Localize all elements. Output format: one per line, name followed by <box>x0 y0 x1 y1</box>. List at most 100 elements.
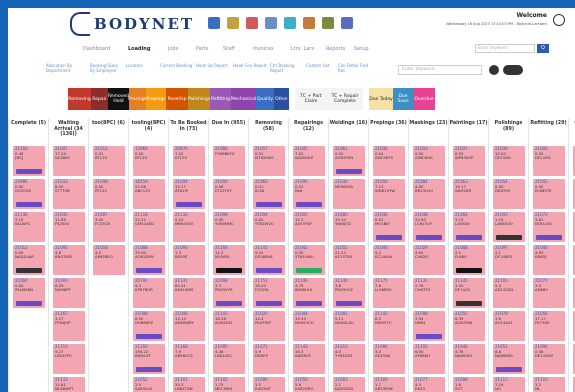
job-card[interactable]: 21146 3.15 NLDAPC <box>13 212 45 242</box>
job-card[interactable]: 21033 0.00 AP60XHA <box>413 146 445 176</box>
job-card[interactable]: 21102 6.00 AF68KH <box>413 344 445 374</box>
header-shortcut-icon[interactable] <box>341 17 353 29</box>
nav-item-loading[interactable]: Loading <box>128 46 150 52</box>
status-pill[interactable]: Repair <box>91 88 108 110</box>
job-card[interactable]: 21048 22.90 LC61TUY <box>413 212 445 242</box>
job-card[interactable]: 21056 17.17 FK73UE <box>533 311 565 341</box>
job-card[interactable]: 21033 8.00 ST7TVB <box>53 179 85 209</box>
job-card[interactable]: 21093 1.19 LA68XVO <box>493 212 525 242</box>
status-pill[interactable]: Prosings <box>128 88 147 110</box>
job-card[interactable]: 21133 11.81 ML68WPT <box>53 377 85 392</box>
job-card[interactable]: 21077 3.9 AD68V <box>533 278 565 308</box>
job-card[interactable]: 21098 1.8 SV7 <box>453 377 485 392</box>
search-input[interactable]: Enter keyword <box>475 44 535 53</box>
job-card[interactable]: 21036 0.04 AMCS8TS <box>373 146 405 176</box>
job-card[interactable]: 20791 9.3 KP67BOR <box>133 278 165 308</box>
job-card[interactable]: 21110 9.27 LB54FPO <box>53 344 85 374</box>
filter-link[interactable]: Ctrl Booking Report <box>270 63 304 73</box>
toggle-icon[interactable] <box>489 65 499 75</box>
job-card[interactable]: 21164 11.2 MVNFEL <box>213 245 245 275</box>
job-card[interactable]: 21097 2.1 DF14BFE <box>493 245 525 275</box>
filter-link[interactable]: Current Booking <box>160 63 194 68</box>
job-card[interactable]: 21057 0.01 MT62MAS <box>253 146 285 176</box>
job-card[interactable]: 21044 19.43 MG62YCH <box>293 311 325 341</box>
header-shortcut-icon[interactable] <box>227 17 239 29</box>
job-card[interactable]: 21093 2.1 KA59DZD <box>333 377 365 392</box>
job-card[interactable]: 20986 0.00 QOSC5K <box>13 179 45 209</box>
status-pill[interactable]: TC + Repair Complete <box>327 88 363 110</box>
job-card[interactable]: 21037 0.03 WP63KXP <box>453 146 485 176</box>
status-pill[interactable]: Removing <box>68 88 91 110</box>
header-shortcut-icon[interactable] <box>303 17 315 29</box>
job-card[interactable]: 21098 0.00 RT125 <box>93 179 125 209</box>
job-card[interactable]: 21054 0.00 DE63YK <box>493 179 525 209</box>
job-card[interactable]: 21088 2.1 FL68V <box>453 245 485 275</box>
job-card[interactable]: 21143 16.26 AO63ZAF <box>213 311 245 341</box>
job-card[interactable]: 21118 22.22 GM51AED <box>133 212 165 242</box>
logo[interactable]: BODYNET <box>70 12 194 36</box>
job-card[interactable]: 21103 0.46 [NS] <box>13 146 45 176</box>
job-card[interactable]: 21064 3.19 LA58DV <box>453 212 485 242</box>
job-card[interactable]: 21046 9.2 EC24AVA <box>373 245 405 275</box>
job-card[interactable]: 21102 1.75 ME13RHJ <box>213 377 245 392</box>
job-card[interactable]: 21168 7.9 AB56VCZ <box>173 344 205 374</box>
filter-link[interactable]: Call Detail Find Rpt <box>338 63 372 73</box>
header-shortcut-icon[interactable] <box>246 17 258 29</box>
filter-link[interactable]: Allocation By Department <box>46 63 80 73</box>
job-card[interactable]: 21045 7.02 KA58UHZ <box>293 146 325 176</box>
job-card[interactable]: 21151 16.20 FS32RL <box>253 278 285 308</box>
job-card[interactable]: 21098 3.94 NM61 <box>413 311 445 341</box>
header-shortcut-icon[interactable] <box>322 17 334 29</box>
job-card[interactable]: 21175 7.6 LL56BSV <box>373 278 405 308</box>
job-card[interactable]: 21096 3.0 AE43NA <box>373 344 405 374</box>
job-card[interactable]: 21095 4.46 LB61ASC <box>213 344 245 374</box>
job-card[interactable]: 21080 19.10 YN68JTZ <box>333 212 365 242</box>
job-card[interactable]: 21094 0.00 YT62WVU <box>253 212 285 242</box>
status-pill[interactable]: Panel/sp <box>166 88 188 110</box>
job-card[interactable]: 21055 21.22 KE13TSR <box>333 245 365 275</box>
job-card[interactable]: 21048 13.14 AD69WRY <box>173 311 205 341</box>
job-card[interactable]: 21092 4.8 BN576SS <box>53 245 85 275</box>
status-pill[interactable]: Polishings <box>188 88 210 110</box>
nav-item-reports[interactable]: Reports <box>326 46 345 52</box>
nav-item-parts[interactable]: Parts <box>196 46 208 52</box>
job-card[interactable]: 21145 3.00 DF14ZX <box>453 278 485 308</box>
status-pill[interactable]: Quality <box>256 88 274 110</box>
job-card[interactable]: 21042 0.30 YT63VWU <box>293 245 325 275</box>
job-card[interactable]: 21000 7.13 WD61VYW <box>373 179 405 209</box>
job-card[interactable]: 21096 0.08 DE11RHZ <box>533 344 565 374</box>
status-pill[interactable]: Due Soon <box>393 88 413 110</box>
job-card[interactable]: 20976 7.02 KT125 <box>173 146 205 176</box>
nav-item-setup[interactable]: Setup <box>354 46 369 52</box>
job-card[interactable]: 21142 8.5 NW55TV <box>373 311 405 341</box>
job-card[interactable]: 21046 4.78 NA60VKY <box>453 344 485 374</box>
job-card[interactable]: 21060 0.01 KL56 <box>253 179 285 209</box>
toggle-switch[interactable] <box>503 65 523 75</box>
job-card[interactable]: 21015 4.0 YY63DXS <box>333 344 365 374</box>
status-pill[interactable]: Overdue <box>413 88 435 110</box>
user-icon[interactable] <box>553 14 565 26</box>
job-card[interactable]: 21012 0.01 RT125 <box>93 146 125 176</box>
job-card[interactable]: 21005 12.3 AE53YSP <box>293 212 325 242</box>
job-card[interactable]: 21132 0.10 MN63VCE <box>173 212 205 242</box>
nav-item-staff[interactable]: Staff <box>223 46 235 52</box>
status-pill[interactable]: Other <box>274 88 289 110</box>
job-card[interactable]: 21020 14.4 PA47PAT <box>253 311 285 341</box>
nav-item-ltrs-lars[interactable]: Ltrs. Lars <box>291 46 314 52</box>
job-card[interactable]: 21000 0.00 DE11RG <box>533 146 565 176</box>
job-card[interactable]: 12969 0.00 RT125 <box>133 146 165 176</box>
job-card[interactable]: 21091 9.11 MG63LAU <box>333 311 365 341</box>
job-card[interactable]: 21093 1.3 BS59S <box>173 245 205 275</box>
job-card[interactable]: 21061 0.02 AO63YXN <box>333 146 365 176</box>
search-button[interactable]: Q <box>537 44 549 53</box>
job-card[interactable]: 21071 5.9 DN5EP <box>253 344 285 374</box>
job-card[interactable]: 21131 83.41 KA51WSS <box>173 278 205 308</box>
job-card[interactable]: 21110 3.2 ML <box>533 377 565 392</box>
filter-link[interactable]: Booking Diary By Employee <box>90 63 124 73</box>
job-card[interactable]: 21088 75.00 AO61DYM <box>133 245 165 275</box>
job-card[interactable]: 21098 3.3 PD63VYR <box>213 278 245 308</box>
job-card[interactable]: 21101 5.5 AD13ZSD <box>493 278 525 308</box>
status-pill[interactable]: Prepings <box>146 88 166 110</box>
job-card[interactable]: 21012 0.00 NADZUAP <box>13 245 45 275</box>
job-card[interactable]: 21098 0.00 YV68MMC <box>213 212 245 242</box>
